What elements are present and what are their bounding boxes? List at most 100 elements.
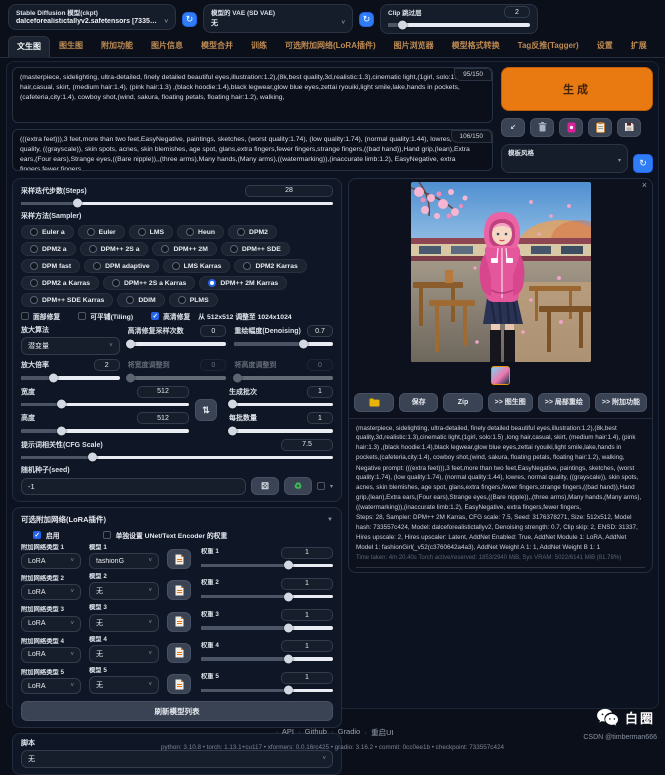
tab[interactable]: 图片信息: [142, 35, 192, 57]
width-slider[interactable]: [21, 403, 189, 407]
lora-metadata-button[interactable]: [167, 612, 191, 632]
sampler-option[interactable]: DPM++ SDE Karras: [21, 293, 113, 307]
steps-value[interactable]: 28: [245, 185, 333, 197]
lora-weight-value[interactable]: 1: [281, 672, 333, 684]
lora-metadata-button[interactable]: [167, 580, 191, 600]
lora-weight-slider[interactable]: [201, 626, 333, 630]
checkpoint-selector[interactable]: Stable Diffusion 模型(ckpt) dalceforealist…: [8, 4, 176, 30]
styles-dropdown[interactable]: 模板风格 ▾: [501, 144, 628, 173]
sampler-option[interactable]: DPM++ 2M: [152, 242, 216, 256]
lora-weight-value[interactable]: 1: [281, 578, 333, 590]
tab[interactable]: 训练: [242, 35, 276, 57]
lora-metadata-button[interactable]: [167, 549, 191, 569]
seed-input[interactable]: -1: [21, 478, 246, 495]
hires-steps-value[interactable]: 0: [200, 325, 226, 337]
lora-type-dropdown[interactable]: LoRA ˅: [21, 616, 81, 632]
tab[interactable]: 图生图: [50, 35, 92, 57]
footer-link[interactable]: 重启UI: [360, 727, 393, 738]
random-seed-button[interactable]: ⚄: [251, 477, 279, 495]
batch-size-slider[interactable]: [229, 429, 333, 433]
seed-extra-checkbox[interactable]: [317, 482, 325, 490]
refresh-styles-button[interactable]: ↻: [633, 154, 653, 173]
lora-model-dropdown[interactable]: 无 ˅: [89, 614, 159, 632]
hires-steps-slider[interactable]: [128, 342, 227, 346]
close-icon[interactable]: ×: [642, 180, 647, 190]
output-action-button[interactable]: 保存: [399, 393, 438, 412]
output-action-button[interactable]: >> 局部重绘: [538, 393, 590, 412]
sampler-option[interactable]: DPM2 a Karras: [21, 276, 99, 290]
face-restore-checkbox[interactable]: [21, 312, 29, 320]
lora-accordion-header[interactable]: 可选附加网络(LoRA插件) ▼: [21, 514, 333, 525]
sampler-option[interactable]: DPM2 Karras: [234, 259, 306, 273]
lora-type-dropdown[interactable]: LoRA ˅: [21, 678, 81, 694]
batch-count-value[interactable]: 1: [307, 386, 333, 398]
sampler-option[interactable]: PLMS: [169, 293, 218, 307]
lora-type-dropdown[interactable]: LoRA ˅: [21, 553, 81, 569]
lora-separate-weights-checkbox[interactable]: [103, 531, 111, 539]
output-action-button[interactable]: >> 附加功能: [595, 393, 647, 412]
sampler-option[interactable]: Euler: [78, 225, 125, 239]
lora-weight-slider[interactable]: [201, 657, 333, 661]
generate-button[interactable]: 生成: [501, 67, 653, 111]
reuse-seed-button[interactable]: ♻: [284, 477, 312, 495]
lora-metadata-button[interactable]: [167, 674, 191, 694]
width-value[interactable]: 512: [137, 386, 189, 398]
output-action-button[interactable]: Zip: [443, 393, 482, 412]
lora-model-dropdown[interactable]: 无 ˅: [89, 676, 159, 694]
output-action-button[interactable]: >> 图生图: [488, 393, 533, 412]
tab[interactable]: 文生图: [8, 36, 50, 58]
clip-skip-value[interactable]: 2: [504, 6, 530, 18]
extra-networks-button[interactable]: [559, 118, 583, 137]
lora-enable-checkbox[interactable]: [33, 531, 41, 539]
clip-skip-slider[interactable]: [388, 23, 530, 27]
tab[interactable]: 附加功能: [92, 35, 142, 57]
tab[interactable]: 图片浏览器: [385, 35, 443, 57]
lora-model-dropdown[interactable]: 无 ˅: [89, 582, 159, 600]
lora-weight-value[interactable]: 1: [281, 609, 333, 621]
tab[interactable]: Tag反推(Tagger): [509, 35, 588, 57]
lora-weight-value[interactable]: 1: [281, 547, 333, 559]
lora-weight-slider[interactable]: [201, 564, 333, 568]
upscale-by-slider[interactable]: [21, 376, 120, 380]
cfg-scale-slider[interactable]: [21, 456, 333, 460]
tiling-checkbox[interactable]: [78, 312, 86, 320]
sampler-option[interactable]: Euler a: [21, 225, 74, 239]
image-thumbnail[interactable]: [491, 366, 510, 385]
tab[interactable]: 模型合并: [192, 35, 242, 57]
refresh-vae-button[interactable]: ↻: [359, 12, 374, 27]
vae-selector[interactable]: 模型的 VAE (SD VAE) 无 ˅: [203, 4, 353, 33]
lora-weight-slider[interactable]: [201, 689, 333, 693]
lora-metadata-button[interactable]: [167, 643, 191, 663]
generated-image[interactable]: [411, 182, 591, 362]
upscaler-dropdown[interactable]: 潜变量 ˅: [21, 337, 120, 355]
script-dropdown[interactable]: 无 ˅: [21, 750, 333, 768]
denoising-value[interactable]: 0.7: [307, 325, 333, 337]
sampler-option[interactable]: LMS Karras: [163, 259, 231, 273]
prompt-textarea[interactable]: (masterpiece, sidelighting, ultra-detail…: [12, 67, 493, 123]
tab[interactable]: 模型格式转换: [443, 35, 509, 57]
batch-size-value[interactable]: 1: [307, 412, 333, 424]
hires-fix-checkbox[interactable]: [151, 312, 159, 320]
height-slider[interactable]: [21, 429, 189, 433]
height-value[interactable]: 512: [137, 412, 189, 424]
sampler-option[interactable]: DPM adaptive: [84, 259, 159, 273]
swap-dimensions-button[interactable]: ⇅: [195, 399, 217, 421]
sampler-option[interactable]: Heun: [177, 225, 224, 239]
footer-link[interactable]: Gradio: [327, 727, 360, 738]
tab[interactable]: 扩展: [622, 35, 656, 57]
sampler-option[interactable]: DPM++ 2M Karras: [199, 276, 287, 290]
refresh-checkpoints-button[interactable]: ↻: [182, 12, 197, 27]
sampler-option[interactable]: DPM2 a: [21, 242, 76, 256]
footer-link[interactable]: Github: [294, 727, 327, 738]
lora-weight-value[interactable]: 1: [281, 640, 333, 652]
paste-params-button[interactable]: ↙: [501, 118, 525, 137]
sampler-option[interactable]: DPM++ SDE: [221, 242, 290, 256]
apply-style-button[interactable]: [588, 118, 612, 137]
sampler-option[interactable]: DPM fast: [21, 259, 80, 273]
footer-link[interactable]: API: [271, 727, 294, 738]
batch-count-slider[interactable]: [229, 403, 333, 407]
sampler-option[interactable]: LMS: [129, 225, 173, 239]
sampler-option[interactable]: DDIM: [117, 293, 164, 307]
open-folder-button[interactable]: [354, 393, 394, 412]
lora-type-dropdown[interactable]: LoRA ˅: [21, 647, 81, 663]
